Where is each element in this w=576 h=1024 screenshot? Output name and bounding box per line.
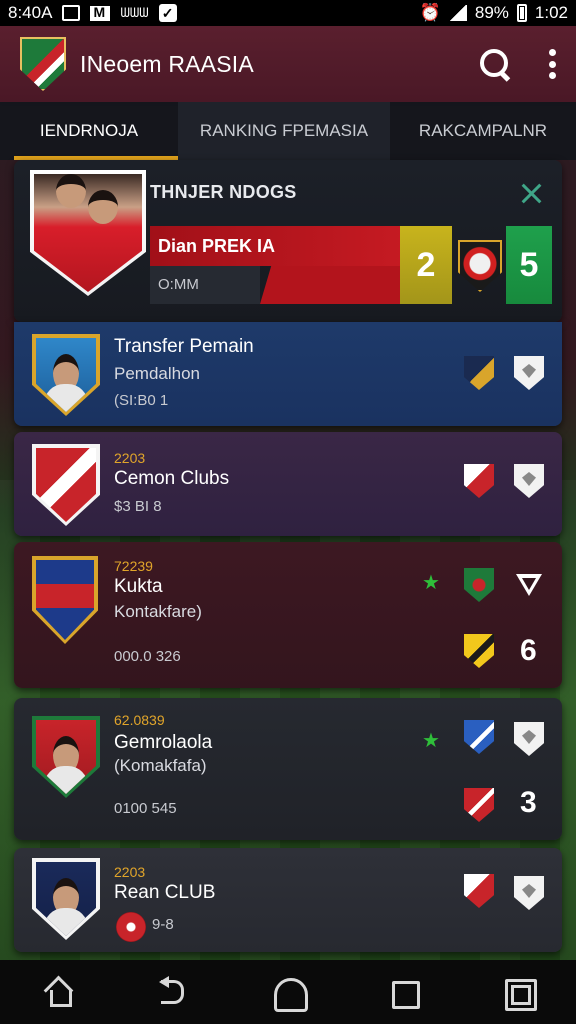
list-item-meta: 9-8 (152, 916, 174, 933)
match-bar-accent (260, 266, 400, 304)
status-time-left: 8:40A (8, 3, 53, 22)
list-item-code: 2203 (114, 864, 146, 880)
mail-icon (90, 4, 111, 21)
home-button-icon[interactable] (268, 972, 308, 1012)
shield-action-icon[interactable] (514, 356, 544, 390)
tab-bar: IENDRNOJA RANKING FPEMASIA RAKCAMPALNR (0, 102, 576, 160)
list-item-name: Kukta (114, 576, 163, 597)
tab-rakcam[interactable]: RAKCAMPALNR (390, 102, 576, 160)
list-item[interactable]: 2203 Cemon Clubs $3 BI 8 (14, 432, 562, 536)
club-crest-icon (32, 444, 100, 526)
notification-icon (62, 5, 81, 21)
list-item-name: Cemon Clubs (114, 468, 230, 489)
list-item[interactable]: Transfer Pemain Pemdalhon (SI:B0 1 (14, 322, 562, 426)
app-bar: INeoem RAASIA (0, 26, 576, 102)
list-item-meta: (SI:B0 1 (114, 392, 169, 409)
check-icon: ✓ (158, 4, 177, 22)
shield-action-icon[interactable] (514, 464, 544, 498)
list-item-code: 62.0839 (114, 712, 165, 728)
list-item-code: 2203 (114, 450, 146, 466)
list-item-meta: 000.0 326 (114, 648, 181, 665)
featured-title: THNJER NDOGS (150, 182, 297, 202)
status-bar: 8:40A ᗯᗯᗯ ✓ ⏰ 89% 1:02 (0, 0, 576, 26)
shield-action-icon[interactable] (514, 876, 544, 910)
app-logo-icon (20, 37, 66, 91)
club-crest-icon (464, 568, 494, 602)
navigation-bar (0, 960, 576, 1024)
list-item-sub: (Komakfafa) (114, 756, 207, 775)
featured-match-card[interactable]: THNJER NDOGS Dian PREK IA O:MM 2 5 (14, 160, 562, 322)
player-crest-icon (32, 334, 100, 416)
club-crest-icon (464, 788, 494, 822)
list-item-name: Transfer Pemain (114, 336, 254, 357)
match-bar: Dian PREK IA O:MM (150, 226, 400, 304)
list-item-code: 72239 (114, 558, 153, 574)
player-crest-icon (32, 716, 100, 798)
match-name: Dian PREK IA (150, 226, 400, 266)
carrier-text: ᗯᗯᗯ (120, 5, 149, 20)
search-icon[interactable] (478, 47, 512, 81)
battery-percent: 89% (474, 3, 509, 22)
list-item-name: Gemrolaola (114, 732, 213, 753)
list-item[interactable]: 2203 Rean CLUB 9-8 (14, 848, 562, 952)
back-icon[interactable] (153, 972, 193, 1012)
club-crest-icon (464, 356, 494, 390)
list-item-meta: 0100 545 (114, 800, 177, 817)
club-crest-icon (464, 464, 494, 498)
alarm-icon: ⏰ (419, 3, 441, 22)
coin-icon (116, 912, 146, 942)
status-time-right: 1:02 (534, 3, 568, 22)
tab-main[interactable]: IENDRNOJA (0, 102, 178, 160)
tab-ranking[interactable]: RANKING FPEMASIA (178, 102, 390, 160)
star-icon: ★ (422, 730, 440, 752)
app-title: INeoem RAASIA (80, 50, 254, 77)
close-icon[interactable] (520, 182, 542, 204)
club-crest-icon (32, 556, 98, 644)
list-item[interactable]: 72239 Kukta Kontakfare) 000.0 326 ★ 6 (14, 542, 562, 688)
list-item[interactable]: 62.0839 Gemrolaola (Komakfafa) 0100 545 … (14, 698, 562, 840)
star-icon: ★ (422, 572, 440, 594)
score-home: 2 (400, 226, 452, 304)
list-item-value: 6 (520, 634, 537, 667)
home-icon[interactable] (38, 972, 78, 1012)
club-crest-icon (464, 874, 494, 908)
list-item-sub: Kontakfare) (114, 602, 202, 621)
player-duo-crest (30, 170, 146, 296)
more-options-icon[interactable] (548, 49, 556, 79)
shield-action-icon[interactable] (514, 722, 544, 756)
list-item-meta: $3 BI 8 (114, 498, 162, 515)
opponent-crest-icon (458, 240, 502, 292)
list-item-value: 3 (520, 786, 537, 819)
app-switch-icon[interactable] (498, 972, 538, 1012)
player-crest-icon (32, 858, 100, 940)
club-crest-icon (464, 634, 494, 668)
club-crest-icon (464, 720, 494, 754)
list-item-sub: Pemdalhon (114, 364, 201, 383)
score-away: 5 (506, 226, 552, 304)
expand-icon[interactable] (516, 574, 542, 596)
recent-apps-icon[interactable] (383, 972, 423, 1012)
list-item-name: Rean CLUB (114, 882, 216, 903)
signal-icon (448, 5, 467, 21)
battery-icon (516, 4, 527, 22)
match-sub: O:MM (150, 266, 260, 304)
